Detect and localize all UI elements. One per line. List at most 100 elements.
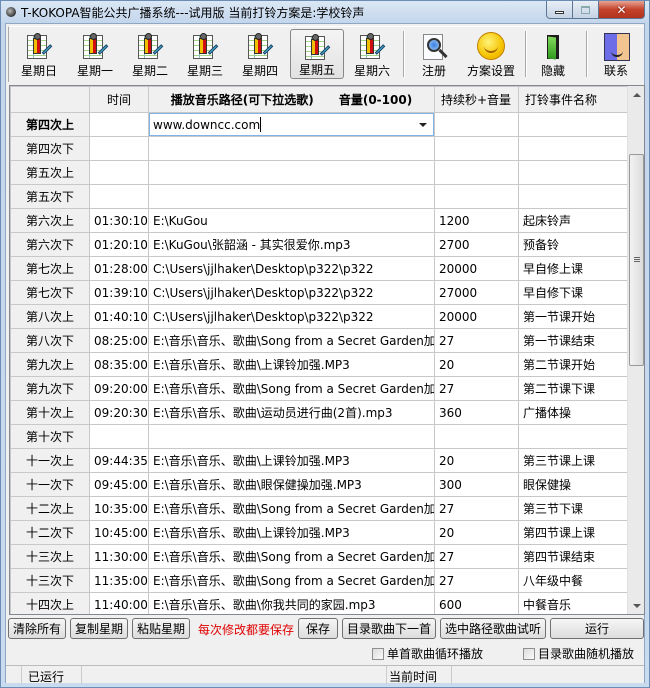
clear-all-button[interactable]: 清除所有: [8, 618, 66, 639]
path-cell[interactable]: C:\Users\jjlhaker\Desktop\p322\p322: [148, 256, 435, 281]
event-name-cell[interactable]: 第四节课上课: [518, 520, 630, 545]
duration-cell[interactable]: 20000: [434, 304, 519, 329]
loop-single-checkbox[interactable]: 单首歌曲循环播放: [372, 645, 483, 662]
row-header-cell[interactable]: 第九次下: [10, 376, 90, 401]
time-cell[interactable]: 10:45:00: [89, 520, 149, 545]
day-button-thursday[interactable]: 星期四: [234, 29, 286, 79]
duration-cell[interactable]: 27: [434, 496, 519, 521]
row-header-cell[interactable]: 十四次上: [10, 592, 90, 614]
duration-cell[interactable]: [434, 160, 519, 185]
row-header-cell[interactable]: 第八次上: [10, 304, 90, 329]
event-name-cell[interactable]: 预备铃: [518, 232, 630, 257]
row-header-cell[interactable]: 十一次下: [10, 472, 90, 497]
duration-cell[interactable]: 27: [434, 328, 519, 353]
checkbox-box[interactable]: [372, 647, 384, 660]
time-cell[interactable]: 11:35:00: [89, 568, 149, 593]
time-cell[interactable]: 09:45:00: [89, 472, 149, 497]
preview-selected-song-button[interactable]: 选中路径歌曲试听: [440, 618, 546, 639]
day-button-friday[interactable]: 星期五: [290, 29, 344, 79]
contact-button[interactable]: 联系: [593, 29, 639, 79]
event-name-cell[interactable]: 第三节下课: [518, 496, 630, 521]
duration-cell[interactable]: 20: [434, 520, 519, 545]
event-name-cell[interactable]: [518, 136, 630, 161]
table-row[interactable]: 第四次下: [10, 136, 630, 161]
time-cell[interactable]: 09:20:30: [89, 400, 149, 425]
table-row[interactable]: 第九次下 09:20:00 E:\音乐\音乐、歌曲\Song from a Secr…: [10, 376, 630, 401]
table-row[interactable]: 十三次下 11:35:00 E:\音乐\音乐、歌曲\Song from a Secr…: [10, 568, 630, 593]
duration-cell[interactable]: 20: [434, 352, 519, 377]
table-row[interactable]: 十三次上 11:30:00 E:\音乐\音乐、歌曲\Song from a Secr…: [10, 544, 630, 569]
event-name-cell[interactable]: 第二节课开始: [518, 352, 630, 377]
time-cell[interactable]: 08:35:00: [89, 352, 149, 377]
row-header-cell[interactable]: 第八次下: [10, 328, 90, 353]
row-header-cell[interactable]: 十三次上: [10, 544, 90, 569]
maximize-button[interactable]: [573, 1, 599, 19]
path-cell[interactable]: [148, 424, 435, 449]
checkbox-box[interactable]: [523, 647, 535, 660]
event-name-cell[interactable]: [518, 184, 630, 209]
close-button[interactable]: ✕: [599, 1, 645, 19]
row-header-cell[interactable]: 第十次下: [10, 424, 90, 449]
table-row[interactable]: 十一次上 09:44:35 E:\音乐\音乐、歌曲\上课铃加强.MP3 20 第三节课上…: [10, 448, 630, 473]
event-name-cell[interactable]: 早自修上课: [518, 256, 630, 281]
event-name-cell[interactable]: 第一节课开始: [518, 304, 630, 329]
duration-cell[interactable]: 27000: [434, 280, 519, 305]
day-button-tuesday[interactable]: 星期二: [124, 29, 176, 79]
event-name-cell[interactable]: 第三节课上课: [518, 448, 630, 473]
table-row[interactable]: 第十次下: [10, 424, 630, 449]
row-header-cell[interactable]: 十三次下: [10, 568, 90, 593]
path-cell[interactable]: E:\音乐\音乐、歌曲\运动员进行曲(2首).mp3: [148, 400, 435, 425]
row-header-cell[interactable]: 第五次下: [10, 184, 90, 209]
table-row[interactable]: 第五次上: [10, 160, 630, 185]
path-cell[interactable]: [148, 136, 435, 161]
row-header-cell[interactable]: 第七次下: [10, 280, 90, 305]
duration-cell[interactable]: 360: [434, 400, 519, 425]
event-name-cell[interactable]: 八年级中餐: [518, 568, 630, 593]
time-cell[interactable]: 01:30:10: [89, 208, 149, 233]
path-cell[interactable]: C:\Users\jjlhaker\Desktop\p322\p322: [148, 304, 435, 329]
path-cell[interactable]: E:\音乐\音乐、歌曲\眼保健操加强.MP3: [148, 472, 435, 497]
time-cell[interactable]: [89, 184, 149, 209]
time-cell[interactable]: 11:40:00: [89, 592, 149, 614]
time-cell[interactable]: 01:28:00: [89, 256, 149, 281]
path-cell[interactable]: [148, 184, 435, 209]
duration-column-header[interactable]: 持续秒+音量: [434, 86, 519, 113]
day-button-sunday[interactable]: 星期日: [13, 29, 65, 79]
duration-cell[interactable]: 300: [434, 472, 519, 497]
row-header-cell[interactable]: 十二次上: [10, 496, 90, 521]
path-cell[interactable]: E:\KuGou\张韶涵 - 其实很爱你.mp3: [148, 232, 435, 257]
shuffle-directory-checkbox[interactable]: 目录歌曲随机播放: [523, 645, 634, 662]
table-row[interactable]: 第六次上 01:30:10 E:\KuGou 1200 起床铃声: [10, 208, 630, 233]
path-cell[interactable]: E:\音乐\音乐、歌曲\Song from a Secret Garden加: [148, 328, 435, 353]
row-header-cell[interactable]: 第四次上: [10, 112, 90, 137]
row-header-cell[interactable]: 第七次上: [10, 256, 90, 281]
path-cell[interactable]: E:\音乐\音乐、歌曲\上课铃加强.MP3: [148, 352, 435, 377]
duration-cell[interactable]: [434, 136, 519, 161]
table-row[interactable]: 十一次下 09:45:00 E:\音乐\音乐、歌曲\眼保健操加强.MP3 300 眼保健…: [10, 472, 630, 497]
row-header-cell[interactable]: 第九次上: [10, 352, 90, 377]
table-row[interactable]: 第七次上 01:28:00 C:\Users\jjlhaker\Desktop\p3…: [10, 256, 630, 281]
scroll-down-button[interactable]: [628, 597, 644, 614]
duration-cell[interactable]: 20000: [434, 256, 519, 281]
event-name-cell[interactable]: 起床铃声: [518, 208, 630, 233]
duration-cell[interactable]: 600: [434, 592, 519, 614]
duration-cell[interactable]: 20: [434, 448, 519, 473]
day-button-saturday[interactable]: 星期六: [346, 29, 398, 79]
next-directory-song-button[interactable]: 目录歌曲下一首: [342, 618, 436, 639]
row-header-cell[interactable]: 第五次上: [10, 160, 90, 185]
time-cell[interactable]: [89, 136, 149, 161]
duration-cell[interactable]: [434, 184, 519, 209]
time-cell[interactable]: 01:40:10: [89, 304, 149, 329]
time-cell[interactable]: 09:20:00: [89, 376, 149, 401]
path-cell[interactable]: E:\音乐\音乐、歌曲\Song from a Secret Garden加: [148, 376, 435, 401]
day-button-monday[interactable]: 星期一: [69, 29, 121, 79]
duration-cell[interactable]: 2700: [434, 232, 519, 257]
scheme-settings-button[interactable]: 方案设置: [461, 29, 521, 79]
song-path-input[interactable]: www.downcc.com: [153, 118, 260, 132]
register-button[interactable]: 注册: [409, 29, 459, 79]
time-cell[interactable]: 10:35:00: [89, 496, 149, 521]
duration-cell[interactable]: 27: [434, 568, 519, 593]
row-header-cell[interactable]: 第六次上: [10, 208, 90, 233]
event-name-cell[interactable]: 广播体操: [518, 400, 630, 425]
row-header-cell[interactable]: 第四次下: [10, 136, 90, 161]
